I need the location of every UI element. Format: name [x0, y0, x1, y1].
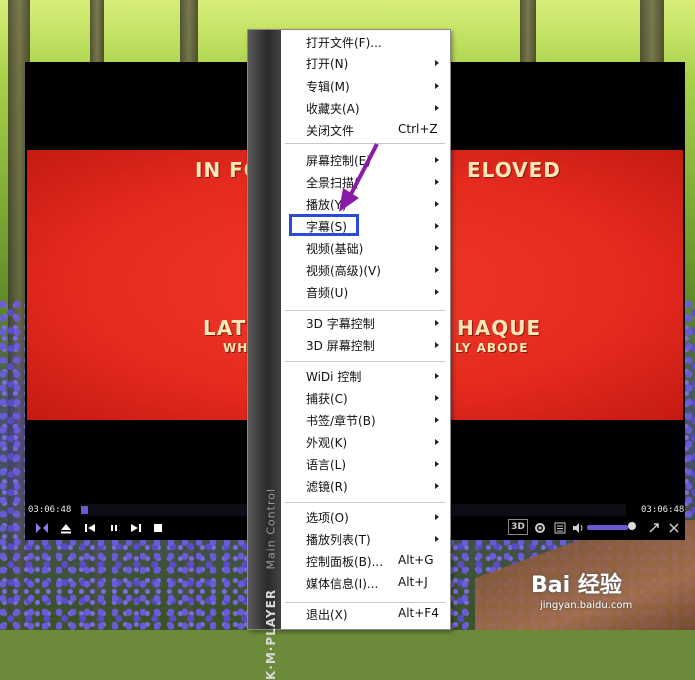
menu-item[interactable]: 收藏夹(A)	[306, 98, 442, 118]
menu-item[interactable]: 书签/章节(B)	[306, 410, 442, 430]
menu-item-label: WiDi 控制	[306, 369, 362, 384]
menu-item[interactable]: 外观(K)	[306, 432, 442, 452]
menu-item-label: 播放列表(T)	[306, 532, 371, 547]
main-control-text: Main Control	[264, 487, 278, 570]
menu-side-banner: K·M·PLAYER Main Control	[248, 30, 281, 680]
menu-item-label: 收藏夹(A)	[306, 101, 360, 116]
submenu-arrow-icon	[435, 536, 439, 542]
annotation-arrow-icon	[339, 143, 379, 212]
menu-item-label: 打开文件(F)...	[306, 35, 382, 50]
menu-separator	[285, 502, 445, 503]
fullscreen-icon[interactable]	[645, 518, 663, 538]
menu-separator	[285, 361, 445, 362]
submenu-arrow-icon	[435, 289, 439, 295]
menu-item-label: 音频(U)	[306, 285, 349, 300]
menu-item[interactable]: WiDi 控制	[306, 366, 442, 386]
menu-item[interactable]: 专辑(M)	[306, 76, 442, 96]
menu-item-label: 退出(X)	[306, 607, 348, 622]
video-caption-text: WH	[223, 341, 249, 355]
submenu-arrow-icon	[435, 83, 439, 89]
speaker-icon[interactable]	[569, 518, 587, 538]
submenu-arrow-icon	[435, 483, 439, 489]
volume-slider[interactable]	[587, 525, 629, 530]
submenu-arrow-icon	[435, 201, 439, 207]
menu-item-label: 3D 字幕控制	[306, 316, 375, 331]
3d-toggle-button[interactable]: 3D	[508, 519, 528, 535]
menu-item[interactable]: 滤镜(R)	[306, 476, 442, 496]
previous-icon[interactable]	[81, 518, 99, 538]
menu-item[interactable]: 播放列表(T)	[306, 529, 442, 549]
menu-item[interactable]: 3D 字幕控制	[306, 313, 442, 333]
submenu-arrow-icon	[435, 373, 439, 379]
menu-item[interactable]: 3D 屏幕控制	[306, 335, 442, 355]
video-caption-text: HAQUE	[457, 316, 542, 340]
menu-item-label: 捕获(C)	[306, 391, 348, 406]
baidu-watermark: Bai 经验	[531, 573, 622, 598]
menu-item-label: 打开(N)	[306, 56, 349, 71]
menu-item-label: 专辑(M)	[306, 79, 350, 94]
submenu-arrow-icon	[435, 60, 439, 66]
menu-item-label: 书签/章节(B)	[306, 413, 376, 428]
submenu-arrow-icon	[435, 461, 439, 467]
submenu-arrow-icon	[435, 267, 439, 273]
menu-item-label: 关闭文件	[306, 123, 355, 138]
menu-item-label: 控制面板(B)...	[306, 554, 384, 569]
menu-item[interactable]: 语言(L)	[306, 454, 442, 474]
logo-icon[interactable]	[33, 518, 51, 538]
menu-item[interactable]: 捕获(C)	[306, 388, 442, 408]
menu-item-label: 媒体信息(I)...	[306, 576, 379, 591]
menu-item-label: 外观(K)	[306, 435, 348, 450]
menu-separator	[285, 310, 445, 311]
video-caption-text: ELOVED	[467, 158, 561, 182]
menu-item[interactable]: 打开(N)	[306, 53, 442, 73]
seek-progress	[81, 506, 88, 514]
current-time: 03:06:48	[28, 505, 72, 515]
menu-item-shortcut: Ctrl+Z	[398, 122, 438, 136]
menu-item-label: 语言(L)	[306, 457, 347, 472]
menu-item-label: 视频(高级)(V)	[306, 263, 381, 278]
menu-item-label: 视频(基础)	[306, 241, 364, 256]
submenu-arrow-icon	[435, 395, 439, 401]
submenu-arrow-icon	[435, 439, 439, 445]
menu-item-shortcut: Alt+G	[398, 553, 434, 567]
submenu-arrow-icon	[435, 179, 439, 185]
baidu-watermark-url: jingyan.baidu.com	[540, 600, 633, 611]
menu-separator	[285, 602, 445, 603]
menu-item[interactable]: 选项(O)	[306, 507, 442, 527]
submenu-arrow-icon	[435, 157, 439, 163]
close-icon[interactable]	[665, 518, 683, 538]
menu-item-label: 3D 屏幕控制	[306, 338, 375, 353]
settings-gear-icon[interactable]	[531, 518, 549, 538]
volume-slider-knob[interactable]	[628, 522, 636, 530]
menu-item-label: 选项(O)	[306, 510, 349, 525]
menu-item[interactable]: 视频(高级)(V)	[306, 260, 442, 280]
submenu-arrow-icon	[435, 342, 439, 348]
menu-item-label: 滤镜(R)	[306, 479, 348, 494]
submenu-arrow-icon	[435, 320, 439, 326]
video-caption-text: LY ABODE	[455, 341, 529, 355]
next-icon[interactable]	[127, 518, 145, 538]
pause-icon[interactable]	[105, 518, 123, 538]
eject-icon[interactable]	[57, 518, 75, 538]
menu-item[interactable]: 音频(U)	[306, 282, 442, 302]
submenu-arrow-icon	[435, 514, 439, 520]
stop-icon[interactable]	[149, 518, 167, 538]
submenu-arrow-icon	[435, 417, 439, 423]
playlist-icon[interactable]	[551, 518, 569, 538]
submenu-arrow-icon	[435, 245, 439, 251]
submenu-arrow-icon	[435, 105, 439, 111]
menu-item[interactable]: 打开文件(F)...	[306, 32, 442, 52]
menu-item[interactable]: 视频(基础)	[306, 238, 442, 258]
total-time: 03:06:48	[641, 505, 685, 515]
submenu-arrow-icon	[435, 223, 439, 229]
